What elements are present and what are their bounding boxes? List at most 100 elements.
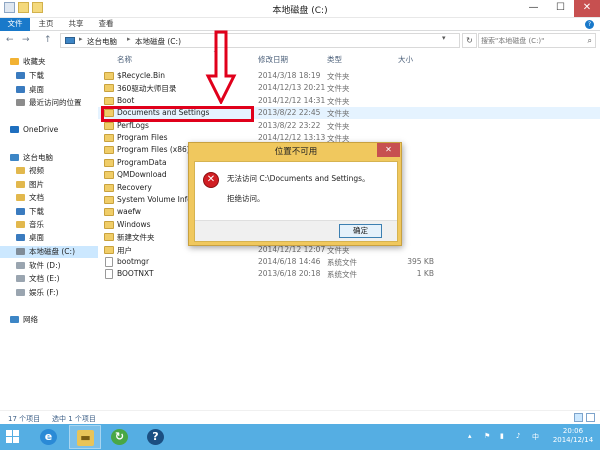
show-hidden-icons-icon[interactable]: ▴ [468, 432, 472, 440]
clock-date: 2014/12/14 [552, 436, 594, 444]
desktop-icon [16, 86, 25, 93]
forward-icon[interactable]: → [22, 35, 30, 45]
folder-icon [104, 158, 114, 167]
breadcrumb-local-disk[interactable]: 本地磁盘 (C:) [135, 36, 181, 47]
file-icon [105, 269, 113, 280]
tab-share[interactable]: 共享 [62, 18, 90, 31]
sidebar-item[interactable]: 下载 [0, 206, 98, 218]
system-clock[interactable]: 20:06 2014/12/14 [548, 427, 598, 445]
sidebar-item-label: 文档 (E:) [29, 274, 60, 283]
sidebar-item[interactable]: 娱乐 (F:) [0, 287, 98, 299]
column-header-name[interactable]: 名称 [117, 54, 132, 65]
folder-icon [104, 72, 114, 80]
videos-folder-icon [16, 167, 25, 174]
dialog-body: ✕ 无法访问 C:\Documents and Settings。 拒绝访问。 … [194, 161, 398, 242]
help-icon[interactable]: ? [585, 20, 594, 29]
taskbar-button[interactable]: e [33, 425, 65, 449]
table-row[interactable]: Boot 2014/12/12 14:31 文件夹 [98, 95, 600, 107]
file-date: 2014/12/13 20:21 [258, 83, 326, 93]
sidebar-item[interactable]: 最近访问的位置 [0, 97, 98, 109]
taskbar-button[interactable]: ▬ [69, 425, 101, 449]
file-type: 系统文件 [327, 258, 357, 267]
tab-home[interactable]: 主页 [32, 18, 60, 31]
folder-icon [104, 121, 114, 130]
details-view-icon[interactable] [574, 413, 583, 422]
file-date: 2013/6/18 20:18 [258, 269, 321, 279]
table-row[interactable]: 360驱动大师目录 2014/12/13 20:21 文件夹 [98, 82, 600, 94]
computer-icon [65, 37, 75, 44]
folder-icon [104, 146, 114, 155]
documents-folder-icon [16, 194, 25, 201]
table-row[interactable]: bootmgr 2014/6/18 14:46 系统文件 395 KB [98, 256, 600, 268]
file-type: 文件夹 [327, 245, 350, 255]
ribbon-tabs: 文件 主页 共享 查看 ? [0, 18, 600, 31]
table-row[interactable]: BOOTNXT 2013/6/18 20:18 系统文件 1 KB [98, 268, 600, 280]
dialog-detail: 拒绝访问。 [227, 194, 265, 203]
sidebar-item-label: 视频 [29, 166, 44, 175]
sidebar-item[interactable]: 桌面 [0, 232, 98, 244]
network-icon [10, 316, 19, 323]
file-type: 文件夹 [327, 109, 350, 119]
maximize-button[interactable]: ☐ [547, 0, 574, 17]
sidebar-item[interactable]: 视频 [0, 165, 98, 177]
sidebar-item-label: OneDrive [23, 125, 59, 134]
column-header-date[interactable]: 修改日期 [258, 54, 288, 65]
sidebar-item[interactable]: 软件 (D:) [0, 260, 98, 272]
sidebar-item[interactable]: 下载 [0, 70, 98, 82]
taskbar-button[interactable]: ↻ [104, 425, 136, 449]
sidebar-item-label: 文档 [29, 193, 44, 202]
selection-count: 选中 1 个项目 [52, 415, 96, 423]
breadcrumb-this-pc[interactable]: 这台电脑 [87, 36, 117, 47]
sidebar-item[interactable]: 这台电脑 [0, 152, 98, 164]
dialog-title: 位置不可用 [274, 147, 318, 157]
sidebar-item[interactable]: 网络 [0, 314, 98, 326]
chevron-down-icon[interactable]: ▾ [442, 34, 446, 42]
sidebar-item-label: 收藏夹 [23, 57, 46, 66]
drive-icon [16, 262, 25, 269]
sidebar-item-label: 这台电脑 [23, 153, 53, 162]
onedrive-icon [10, 126, 19, 133]
recent-places-icon [16, 99, 25, 106]
sidebar-item[interactable]: 文档 [0, 192, 98, 204]
sidebar-item[interactable]: 音乐 [0, 219, 98, 231]
search-icon[interactable]: ⌕ [588, 36, 592, 46]
tab-view[interactable]: 查看 [92, 18, 120, 31]
sidebar-item[interactable]: 收藏夹 [0, 56, 98, 68]
sidebar-item[interactable]: 桌面 [0, 84, 98, 96]
minimize-button[interactable]: — [520, 0, 547, 17]
sidebar-item[interactable]: 文档 (E:) [0, 273, 98, 285]
column-header-size[interactable]: 大小 [398, 54, 413, 65]
dialog-close-button[interactable]: ✕ [377, 143, 400, 157]
volume-icon[interactable]: ♪ [516, 432, 520, 440]
sidebar-item[interactable]: 图片 [0, 179, 98, 191]
desktop-icon [16, 234, 25, 241]
up-icon[interactable]: ↑ [44, 35, 52, 45]
sidebar-item[interactable]: OneDrive [0, 124, 98, 136]
search-input[interactable] [481, 35, 581, 46]
ok-button[interactable]: 确定 [339, 224, 382, 238]
large-icons-view-icon[interactable] [586, 413, 595, 422]
windows-start-icon[interactable] [6, 430, 20, 444]
input-method-icon[interactable]: 中 [532, 432, 539, 442]
action-center-icon[interactable]: ⚑ [484, 432, 490, 440]
close-button[interactable]: ✕ [574, 0, 600, 17]
refresh-icon[interactable]: ↻ [462, 33, 477, 48]
help-icon: ? [147, 429, 164, 445]
annotation-highlight-box [101, 106, 254, 122]
folder-icon [104, 84, 114, 93]
sidebar-item[interactable]: 本地磁盘 (C:) [0, 246, 98, 258]
tab-file[interactable]: 文件 [0, 18, 30, 31]
folder-icon [104, 183, 114, 192]
back-icon[interactable]: ← [6, 35, 14, 45]
folder-icon [104, 134, 114, 142]
internet-explorer-icon: e [40, 429, 57, 445]
table-row[interactable]: $Recycle.Bin 2014/3/18 18:19 文件夹 [98, 70, 600, 82]
address-bar[interactable]: ▸ 这台电脑 ▸ 本地磁盘 (C:) [60, 33, 460, 48]
error-icon: ✕ [203, 172, 219, 188]
taskbar-button[interactable]: ? [140, 425, 172, 449]
search-box[interactable]: ⌕ [478, 33, 596, 48]
drive-icon [16, 289, 25, 296]
sidebar-item-label: 音乐 [29, 220, 44, 229]
battery-icon[interactable]: ▮ [500, 432, 504, 440]
column-header-type[interactable]: 类型 [327, 54, 342, 65]
